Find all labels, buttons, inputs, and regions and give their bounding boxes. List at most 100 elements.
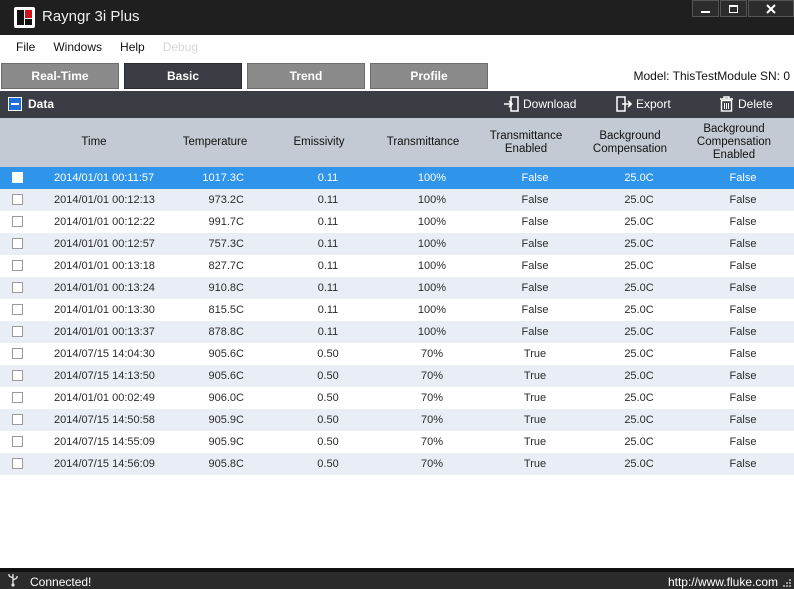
cell-transmittance: 70% [420, 348, 444, 360]
column-header-transmittance-enabled[interactable]: Transmittance Enabled [481, 118, 571, 167]
grid-body: 2014/01/01 00:11:57 1017.3C 0.11 100% False 2… [0, 167, 794, 475]
row-checkbox[interactable] [12, 304, 23, 315]
column-header-transmittance[interactable]: Transmittance [373, 118, 473, 167]
cell-background-compensation-enabled: False [729, 436, 757, 448]
cell-time: 2014/07/15 14:56:09 [54, 458, 155, 470]
cell-transmittance: 100% [417, 282, 447, 294]
cell-time: 2014/01/01 00:13:30 [54, 304, 155, 316]
cell-transmittance: 100% [417, 216, 447, 228]
cell-emissivity: 0.50 [317, 436, 339, 448]
row-checkbox[interactable] [12, 392, 23, 403]
maximize-button[interactable] [720, 0, 747, 17]
cell-background-compensation-enabled: False [729, 260, 757, 272]
table-row[interactable]: 2014/01/01 00:02:49 906.0C 0.50 70% True 25.0… [0, 387, 794, 409]
website-link[interactable]: http://www.fluke.com [668, 575, 778, 589]
tab-strip: Real-Time Basic Trend Profile Model: Thi… [0, 60, 794, 91]
table-row[interactable]: 2014/07/15 14:56:09 905.8C 0.50 70% True 25.0… [0, 453, 794, 475]
table-row[interactable]: 2014/01/01 00:13:24 910.8C 0.11 100% False 25… [0, 277, 794, 299]
menu-file[interactable]: File [7, 35, 44, 60]
delete-button[interactable]: Delete [719, 96, 773, 112]
cell-emissivity: 0.50 [317, 392, 339, 404]
cell-time: 2014/01/01 00:13:24 [54, 282, 155, 294]
menu-windows[interactable]: Windows [44, 35, 111, 60]
table-row[interactable]: 2014/01/01 00:13:37 878.8C 0.11 100% False 25… [0, 321, 794, 343]
cell-temperature: 757.3C [208, 238, 244, 250]
cell-transmittance-enabled: True [523, 348, 547, 360]
menu-help[interactable]: Help [111, 35, 154, 60]
cell-background-compensation: 25.0C [624, 260, 654, 272]
cell-transmittance: 100% [417, 326, 447, 338]
table-row[interactable]: 2014/07/15 14:50:58 905.9C 0.50 70% True 25.0… [0, 409, 794, 431]
column-header-temperature[interactable]: Temperature [165, 118, 265, 167]
cell-background-compensation: 25.0C [624, 304, 654, 316]
table-row[interactable]: 2014/07/15 14:04:30 905.6C 0.50 70% True 25.0… [0, 343, 794, 365]
row-checkbox[interactable] [12, 326, 23, 337]
cell-emissivity: 0.11 [317, 172, 339, 184]
tab-trend[interactable]: Trend [247, 63, 365, 89]
collapse-icon[interactable] [8, 97, 22, 111]
menu-bar: File Windows Help Debug [0, 35, 794, 60]
table-row[interactable]: 2014/01/01 00:12:22 991.7C 0.11 100% False 25… [0, 211, 794, 233]
cell-transmittance-enabled: True [523, 392, 547, 404]
close-button[interactable] [748, 0, 794, 17]
cell-time: 2014/01/01 00:13:18 [54, 260, 155, 272]
export-button[interactable]: Export [616, 96, 671, 112]
row-checkbox[interactable] [12, 172, 23, 183]
cell-background-compensation: 25.0C [624, 370, 654, 382]
cell-background-compensation-enabled: False [729, 348, 757, 360]
cell-background-compensation: 25.0C [624, 436, 654, 448]
cell-temperature: 905.8C [208, 458, 244, 470]
delete-label: Delete [738, 97, 773, 111]
tab-real-time[interactable]: Real-Time [1, 63, 119, 89]
cell-background-compensation-enabled: False [729, 282, 757, 294]
table-row[interactable]: 2014/01/01 00:12:13 973.2C 0.11 100% False 25… [0, 189, 794, 211]
row-checkbox[interactable] [12, 348, 23, 359]
tab-basic[interactable]: Basic [124, 63, 242, 89]
table-row[interactable]: 2014/01/01 00:13:30 815.5C 0.11 100% False 25… [0, 299, 794, 321]
row-checkbox[interactable] [12, 238, 23, 249]
row-checkbox[interactable] [12, 216, 23, 227]
row-checkbox[interactable] [12, 370, 23, 381]
row-checkbox[interactable] [12, 436, 23, 447]
cell-transmittance-enabled: False [521, 216, 549, 228]
resize-grip-icon[interactable] [782, 578, 792, 588]
row-checkbox[interactable] [12, 414, 23, 425]
row-checkbox[interactable] [12, 282, 23, 293]
cell-background-compensation-enabled: False [729, 326, 757, 338]
cell-background-compensation-enabled: False [729, 370, 757, 382]
minimize-button[interactable] [692, 0, 719, 17]
cell-transmittance-enabled: False [521, 260, 549, 272]
data-panel-header: Data Download Export Delete [0, 91, 794, 118]
cell-background-compensation-enabled: False [729, 458, 757, 470]
tab-profile[interactable]: Profile [370, 63, 488, 89]
cell-emissivity: 0.50 [317, 414, 339, 426]
download-button[interactable]: Download [503, 96, 576, 112]
row-checkbox[interactable] [12, 260, 23, 271]
table-row[interactable]: 2014/07/15 14:55:09 905.9C 0.50 70% True 25.0… [0, 431, 794, 453]
cell-temperature: 905.9C [208, 436, 244, 448]
column-header-time[interactable]: Time [34, 118, 154, 167]
cell-transmittance-enabled: True [523, 414, 547, 426]
table-row[interactable]: 2014/01/01 00:11:57 1017.3C 0.11 100% False 2… [0, 167, 794, 189]
table-row[interactable]: 2014/07/15 14:13:50 905.6C 0.50 70% True 25.0… [0, 365, 794, 387]
cell-transmittance-enabled: False [521, 172, 549, 184]
cell-temperature: 991.7C [208, 216, 244, 228]
column-header-background-compensation[interactable]: Background Compensation [580, 118, 680, 167]
cell-background-compensation: 25.0C [624, 414, 654, 426]
column-header-background-compensation-enabled[interactable]: Background Compensation Enabled [688, 118, 780, 167]
cell-emissivity: 0.11 [317, 326, 339, 338]
row-checkbox[interactable] [12, 458, 23, 469]
table-row[interactable]: 2014/01/01 00:13:18 827.7C 0.11 100% False 25… [0, 255, 794, 277]
cell-time: 2014/01/01 00:11:57 [54, 172, 155, 184]
cell-temperature: 1017.3C [202, 172, 244, 184]
connection-status: Connected! [30, 575, 92, 589]
row-checkbox[interactable] [12, 194, 23, 205]
column-header-emissivity[interactable]: Emissivity [273, 118, 365, 167]
cell-background-compensation: 25.0C [624, 326, 654, 338]
table-row[interactable]: 2014/01/01 00:12:57 757.3C 0.11 100% False 25… [0, 233, 794, 255]
close-icon [766, 3, 776, 14]
cell-emissivity: 0.50 [317, 458, 339, 470]
cell-background-compensation-enabled: False [729, 392, 757, 404]
grid-header-row: Time Temperature Emissivity Transmittanc… [0, 118, 794, 167]
cell-background-compensation: 25.0C [624, 216, 654, 228]
